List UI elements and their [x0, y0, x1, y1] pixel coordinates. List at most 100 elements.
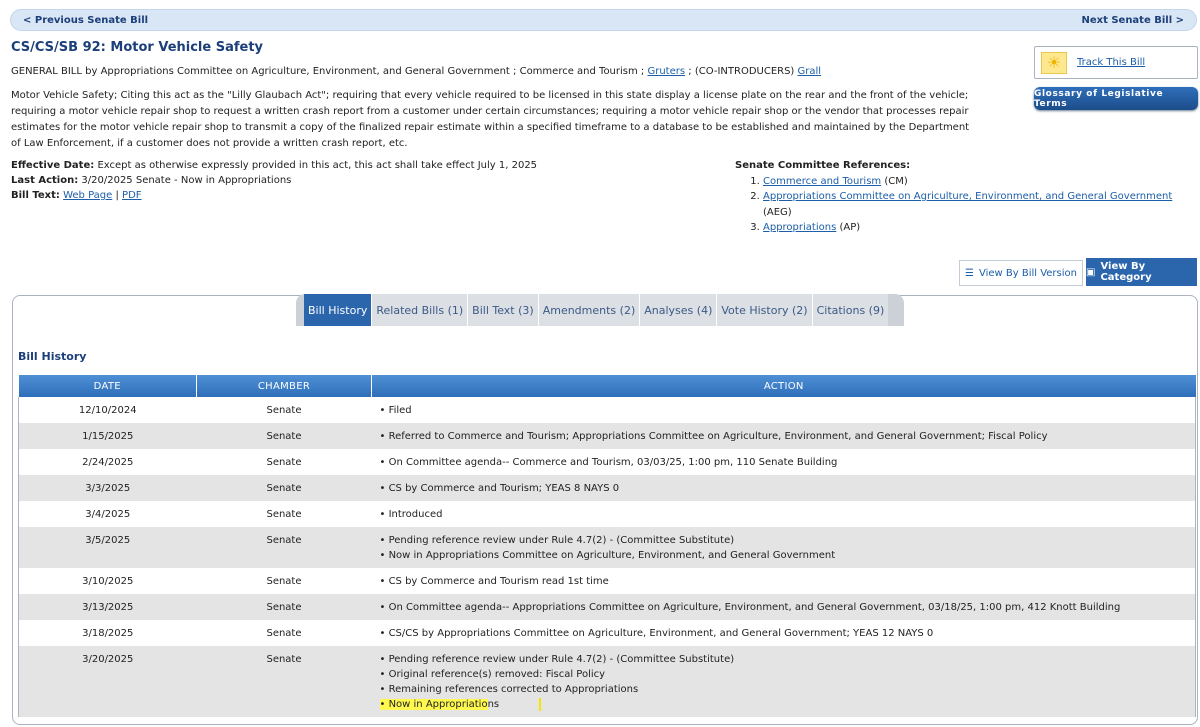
- effective-date-label: Effective Date:: [11, 160, 95, 171]
- tab-related-bills[interactable]: Related Bills (1): [372, 294, 469, 326]
- bill-text-separator: |: [115, 190, 119, 201]
- committee-link-cm[interactable]: Commerce and Tourism: [763, 176, 881, 187]
- cointroducers-label: ; (CO-INTRODUCERS): [688, 66, 795, 77]
- table-row: 12/10/2024 Senate • Filed: [18, 397, 1196, 423]
- history-chamber-text: Senate: [266, 602, 302, 613]
- bill-type-prefix: GENERAL BILL by Appropriations Committee…: [11, 66, 645, 77]
- window-icon: ▣: [1086, 266, 1096, 278]
- history-action-line: • CS by Commerce and Tourism read 1st ti…: [379, 576, 609, 587]
- history-date: 3/3/2025: [18, 475, 197, 501]
- history-date-text: 3/3/2025: [85, 483, 131, 494]
- tab-analyses[interactable]: Analyses (4): [640, 294, 718, 326]
- history-chamber: Senate: [196, 501, 372, 527]
- bill-navigation-bar: < Previous Senate Bill Next Senate Bill …: [10, 9, 1197, 31]
- committee-link-ap[interactable]: Appropriations: [763, 222, 836, 233]
- history-chamber-text: Senate: [266, 483, 302, 494]
- table-row: 3/3/2025 Senate • CS by Commerce and Touri…: [18, 475, 1196, 501]
- bill-text-pdf-link[interactable]: PDF: [122, 190, 141, 201]
- history-action-line: • On Committee agenda-- Appropriations C…: [379, 602, 1121, 613]
- committee-reference-item: Appropriations (AP): [763, 220, 1200, 236]
- cointroducer-link[interactable]: Grall: [798, 66, 822, 77]
- history-chamber-text: Senate: [266, 431, 302, 442]
- history-action-line: • Now in Appropriations: [379, 697, 1196, 712]
- column-header-date: DATE: [18, 375, 197, 397]
- table-row: 3/20/2025 Senate • Pending reference revie…: [18, 646, 1196, 717]
- last-action-line: Last Action: 3/20/2025 Senate - Now in A…: [11, 173, 537, 188]
- track-bill-link[interactable]: Track This Bill: [1077, 57, 1145, 68]
- bill-summary: Motor Vehicle Safety; Citing this act as…: [11, 90, 970, 149]
- committee-references-heading: Senate Committee References:: [735, 160, 911, 171]
- tab-amendments[interactable]: Amendments (2): [538, 294, 641, 326]
- tab-citations[interactable]: Citations (9): [812, 294, 889, 326]
- history-action: • On Committee agenda-- Appropriations C…: [371, 594, 1196, 620]
- history-date: 1/15/2025: [18, 423, 197, 449]
- history-date-text: 3/20/2025: [82, 654, 134, 665]
- effective-date-line: Effective Date: Except as otherwise expr…: [11, 158, 537, 173]
- committee-abbr: (AEG): [763, 206, 792, 218]
- history-action-line: • Now in Appropriations Committee on Agr…: [379, 550, 836, 561]
- history-action-line: • Pending reference review under Rule 4.…: [379, 535, 735, 546]
- glossary-button[interactable]: Glossary of Legislative Terms: [1034, 87, 1198, 110]
- history-chamber: Senate: [196, 620, 372, 646]
- bill-text-label: Bill Text:: [11, 190, 60, 201]
- history-chamber-text: Senate: [266, 457, 302, 468]
- history-action: • Pending reference review under Rule 4.…: [371, 527, 1196, 568]
- bill-title: CS/CS/SB 92: Motor Vehicle Safety: [11, 40, 264, 55]
- history-date: 3/4/2025: [18, 501, 197, 527]
- history-chamber: Senate: [196, 449, 372, 475]
- table-row: 3/10/2025 Senate • CS by Commerce and Tour…: [18, 568, 1196, 594]
- history-chamber: Senate: [196, 646, 372, 717]
- bill-tabs: Bill History Related Bills (1) Bill Text…: [296, 294, 905, 326]
- history-action: • Pending reference review under Rule 4.…: [371, 646, 1196, 717]
- previous-bill-link[interactable]: < Previous Senate Bill: [23, 15, 148, 26]
- view-by-category-button[interactable]: ▣ View By Category: [1086, 258, 1197, 286]
- bill-text-web-link[interactable]: Web Page: [63, 190, 112, 201]
- history-date-text: 12/10/2024: [78, 405, 137, 416]
- last-action-label: Last Action:: [11, 175, 79, 186]
- sun-icon: ☀: [1041, 51, 1067, 74]
- view-by-version-label: View By Bill Version: [978, 267, 1077, 279]
- committee-reference-item: Commerce and Tourism (CM): [763, 174, 1200, 190]
- history-chamber-text: Senate: [266, 535, 302, 546]
- history-date-text: 1/15/2025: [82, 431, 134, 442]
- history-date-text: 3/10/2025: [82, 576, 134, 587]
- bill-history-heading: Bill History: [18, 350, 87, 363]
- history-action-line: • Filed: [379, 405, 412, 416]
- history-chamber: Senate: [196, 475, 372, 501]
- highlighted-text: • Now in Appropriatio: [379, 699, 488, 710]
- history-chamber: Senate: [196, 423, 372, 449]
- view-by-bill-version-button[interactable]: ☰ View By Bill Version: [959, 260, 1083, 286]
- history-action: • CS by Commerce and Tourism read 1st ti…: [371, 568, 1196, 594]
- track-bill-box[interactable]: ☀ Track This Bill: [1034, 46, 1198, 79]
- last-action-value: 3/20/2025 Senate - Now in Appropriations: [81, 175, 292, 186]
- table-row: 3/5/2025 Senate • Pending reference review…: [18, 527, 1196, 568]
- history-action-line: • Introduced: [379, 509, 443, 520]
- table-row: 1/15/2025 Senate • Referred to Commerce an…: [18, 423, 1196, 449]
- history-chamber-text: Senate: [266, 576, 302, 587]
- highlight-rest-text: ns: [487, 699, 500, 710]
- history-date: 12/10/2024: [18, 397, 197, 423]
- history-date-text: 3/5/2025: [85, 535, 131, 546]
- next-bill-link[interactable]: Next Senate Bill >: [1081, 15, 1184, 26]
- tab-bill-history[interactable]: Bill History: [304, 294, 373, 326]
- bill-sponsors: GENERAL BILL by Appropriations Committee…: [11, 66, 821, 77]
- tab-bill-text[interactable]: Bill Text (3): [468, 294, 539, 326]
- history-date: 3/5/2025: [18, 527, 197, 568]
- list-icon: ☰: [965, 267, 974, 279]
- history-chamber: Senate: [196, 568, 372, 594]
- committee-link-aeg[interactable]: Appropriations Committee on Agriculture,…: [763, 191, 1172, 202]
- history-chamber-text: Senate: [266, 628, 302, 639]
- column-header-action: ACTION: [371, 375, 1196, 397]
- table-row: 3/18/2025 Senate • CS/CS by Appropriations…: [18, 620, 1196, 646]
- column-header-chamber: CHAMBER: [196, 375, 372, 397]
- history-chamber-text: Senate: [266, 654, 302, 665]
- history-chamber-text: Senate: [266, 405, 302, 416]
- history-chamber-text: Senate: [266, 509, 302, 520]
- tab-vote-history[interactable]: Vote History (2): [717, 294, 813, 326]
- committee-abbr: (CM): [884, 175, 908, 187]
- sponsor-link[interactable]: Gruters: [647, 66, 685, 77]
- history-date-text: 3/18/2025: [82, 628, 134, 639]
- history-date-text: 2/24/2025: [82, 457, 134, 468]
- history-date: 2/24/2025: [18, 449, 197, 475]
- committee-references: Senate Committee References: Commerce an…: [735, 158, 1200, 236]
